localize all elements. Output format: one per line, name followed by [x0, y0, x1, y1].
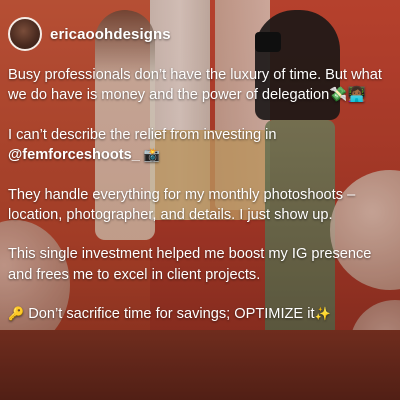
caption-line: Busy professionals don’t have the luxury… [8, 67, 382, 104]
caption-line: They handle everything for my monthly ph… [8, 186, 356, 224]
sparkles-icon: ✨ [314, 306, 331, 322]
key-icon: 🔑 [8, 306, 25, 322]
caption-paragraph: They handle everything for my monthly ph… [8, 185, 394, 226]
username-label[interactable]: ericaoohdesigns [50, 26, 171, 43]
post-frame: ericaoohdesigns Busy professionals don’t… [0, 0, 400, 400]
caption-text: Busy professionals don’t have the luxury… [8, 65, 394, 325]
caption-line: This single investment helped me boost m… [8, 246, 372, 283]
camera-flash-icon: 📸 [143, 147, 161, 163]
caption-line: I can’t describe the relief from investi… [8, 126, 277, 143]
post-header: ericaoohdesigns [8, 17, 171, 51]
caption-line: Don’t sacrifice time for savings; OPTIMI… [28, 306, 315, 323]
caption-paragraph: Busy professionals don’t have the luxury… [8, 65, 394, 106]
profile-avatar[interactable] [8, 17, 42, 51]
caption-paragraph: I can’t describe the relief from investi… [8, 125, 394, 166]
mention-link[interactable]: @femforceshoots_ [8, 147, 140, 163]
caption-paragraph: 🔑 Don’t sacrifice time for savings; OPTI… [8, 304, 394, 324]
caption-paragraph: This single investment helped me boost m… [8, 244, 394, 285]
